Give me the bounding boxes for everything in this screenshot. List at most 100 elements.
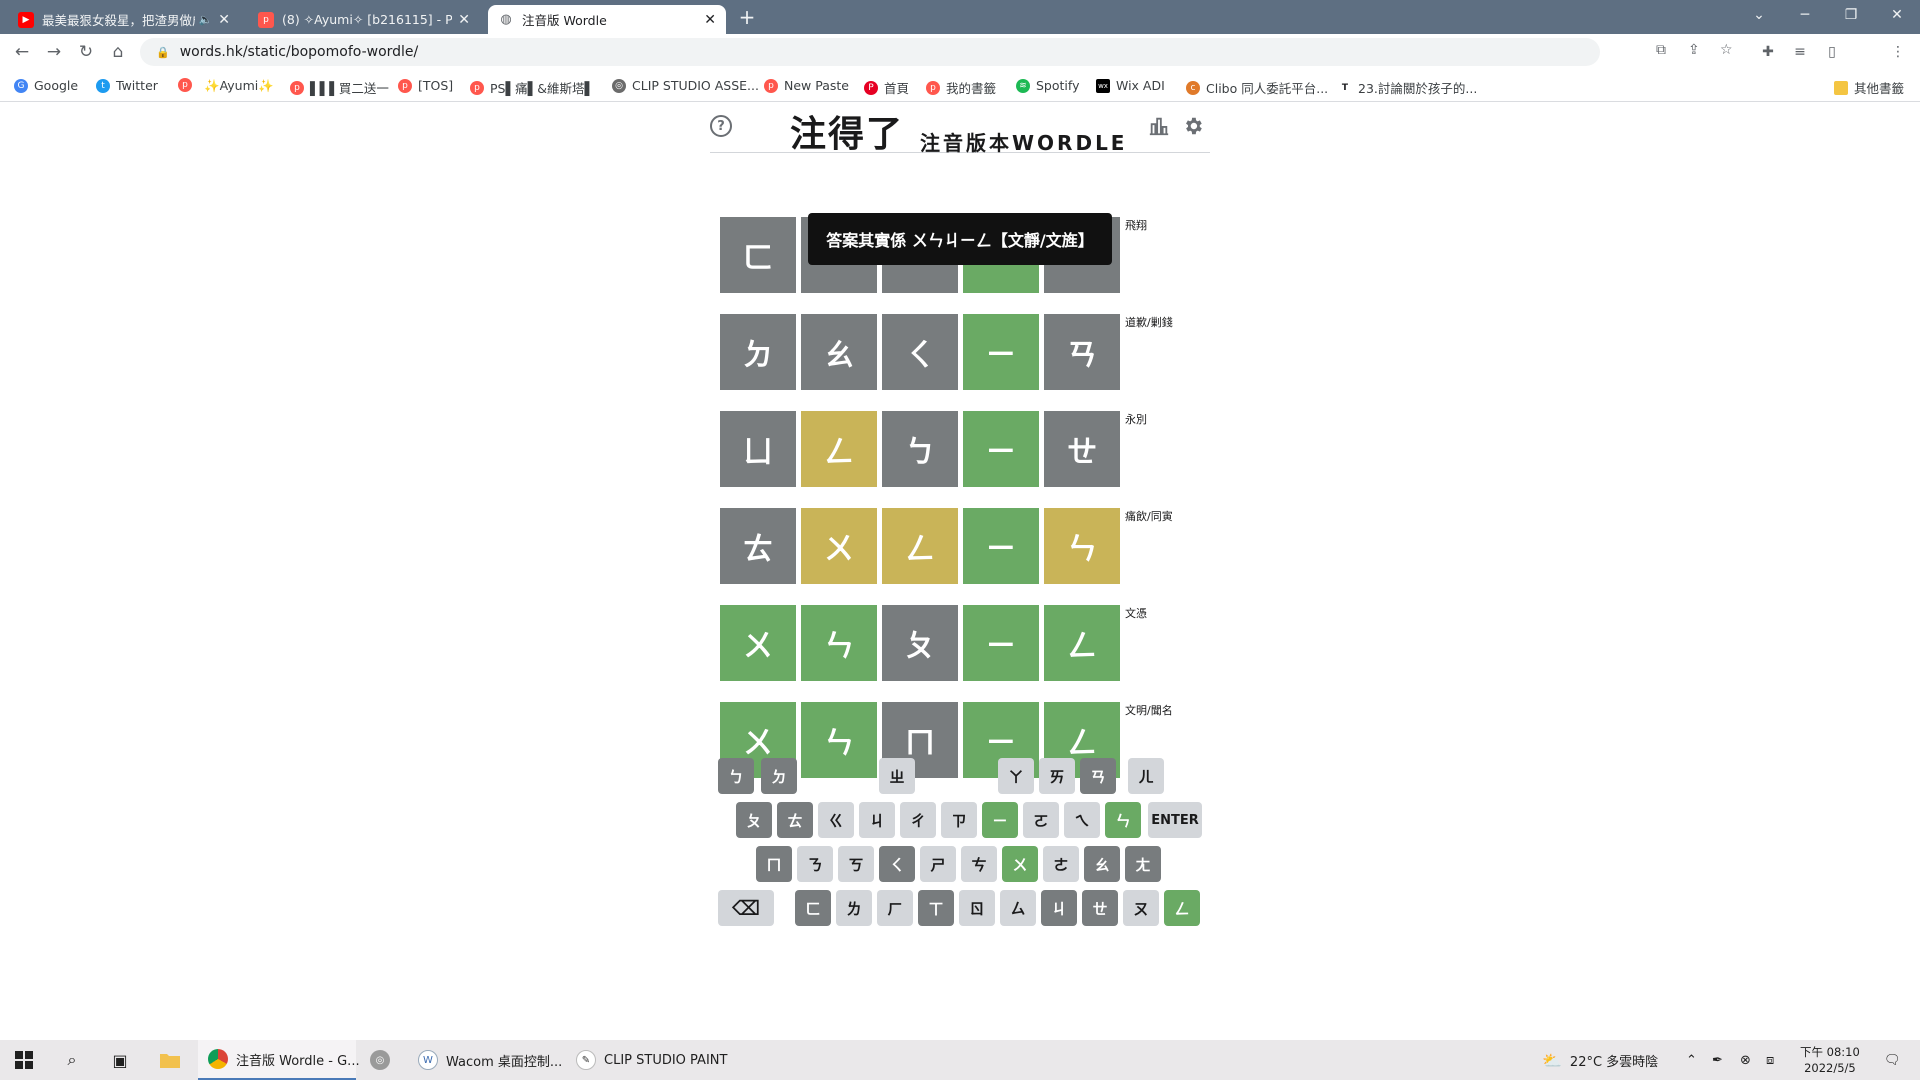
bookmark-my-bookmarks[interactable]: p 我的書籤 xyxy=(926,78,996,97)
keyboard-key[interactable]: ㄔ xyxy=(900,802,936,838)
side-panel-icon[interactable]: ▯ xyxy=(1822,42,1842,62)
keyboard-key[interactable]: ㄐ xyxy=(859,802,895,838)
keyboard-key[interactable]: ㄧ xyxy=(982,802,1018,838)
extensions-icon[interactable]: ✚ xyxy=(1758,42,1778,62)
keyboard-key[interactable]: ㄡ xyxy=(1123,890,1159,926)
bookmark-pinterest[interactable]: P 首頁 xyxy=(864,78,909,97)
close-icon[interactable]: ✕ xyxy=(218,12,230,28)
close-icon[interactable]: ✕ xyxy=(704,12,716,28)
bookmark-plurk[interactable]: p xyxy=(178,78,198,92)
stats-icon[interactable] xyxy=(1148,115,1170,137)
speaker-icon[interactable]: 🔈 xyxy=(199,13,213,26)
bookmark-clip-studio-assets[interactable]: ◎ CLIP STUDIO ASSE... xyxy=(612,78,759,93)
tab-youtube[interactable]: ▶ 最美最狠女殺星，把渣男做成 🔈 ✕ xyxy=(8,5,240,34)
keyboard-key[interactable]: ㄚ xyxy=(998,758,1034,794)
keyboard-key[interactable]: ㄓ xyxy=(879,758,915,794)
help-icon[interactable]: ? xyxy=(710,115,732,137)
keyboard-key[interactable]: ㄨ xyxy=(1002,846,1038,882)
notifications-icon[interactable]: 🗨 xyxy=(1884,1040,1901,1080)
home-button[interactable]: ⌂ xyxy=(106,40,130,64)
media-control-icon[interactable]: ≡ xyxy=(1790,42,1810,62)
keyboard-key[interactable]: ㄈ xyxy=(795,890,831,926)
clock[interactable]: 下午 08:10 2022/5/5 xyxy=(1800,1040,1860,1080)
keyboard-key[interactable]: ㄛ xyxy=(1023,802,1059,838)
keyboard-key[interactable]: ㄊ xyxy=(777,802,813,838)
keyboard-key[interactable]: ㄝ xyxy=(1082,890,1118,926)
mute-icon[interactable]: ⊗ xyxy=(1740,1040,1751,1080)
keyboard-key[interactable]: ㄇ xyxy=(756,846,792,882)
windows-start-icon[interactable] xyxy=(12,1048,36,1072)
keyboard-key[interactable]: ㄖ xyxy=(959,890,995,926)
keyboard-key[interactable]: ㄑ xyxy=(879,846,915,882)
keyboard-key[interactable]: ㄌ xyxy=(836,890,872,926)
bookmark-discussion[interactable]: T 23.討論關於孩子的... xyxy=(1338,78,1477,97)
backspace-icon[interactable]: ⌫ xyxy=(718,890,774,926)
pen-icon[interactable]: ✒ xyxy=(1712,1040,1723,1080)
keyboard-key[interactable]: ㄗ xyxy=(941,802,977,838)
close-icon[interactable]: ✕ xyxy=(458,12,470,28)
taskbar-app-chrome[interactable]: 注音版 Wordle - G... xyxy=(198,1040,360,1080)
keyboard-key[interactable]: ㄙ xyxy=(1000,890,1036,926)
address-bar[interactable]: 🔒 words.hk/static/bopomofo-wordle/ xyxy=(140,38,1600,66)
bookmark-ayumi[interactable]: ✨Ayumi✨ xyxy=(204,78,274,94)
weather-widget[interactable]: ⛅ 22°C 多雲時陰 xyxy=(1542,1040,1658,1080)
bookmark-wix[interactable]: wx Wix ADI xyxy=(1096,78,1165,93)
keyboard-key[interactable]: ㄢ xyxy=(1080,758,1116,794)
keyboard-key[interactable]: ㄥ xyxy=(1164,890,1200,926)
keyboard-key[interactable]: ㄍ xyxy=(818,802,854,838)
bookmark-star-icon[interactable]: ☆ xyxy=(1720,42,1733,58)
tab-wordle[interactable]: ◍ 注音版 Wordle ✕ xyxy=(488,5,726,34)
letter-tile: ㄠ xyxy=(801,314,877,390)
keyboard-key[interactable]: ㄟ xyxy=(1064,802,1100,838)
bookmark-new-paste[interactable]: p New Paste xyxy=(764,78,849,93)
keyboard-key[interactable]: ㄤ xyxy=(1125,846,1161,882)
share-icon[interactable]: ⇪ xyxy=(1688,42,1700,58)
keyboard-key[interactable]: ㄜ xyxy=(1043,846,1079,882)
menu-kebab-icon[interactable]: ⋮ xyxy=(1888,42,1908,62)
tab-plurk[interactable]: p (8) ✧Ayumi✧ [b216115] - Plurk ✕ xyxy=(248,5,480,34)
new-tab-button[interactable]: + xyxy=(736,7,758,29)
keyboard-key[interactable]: ㄣ xyxy=(1105,802,1141,838)
keyboard-key[interactable]: ㄉ xyxy=(761,758,797,794)
keyboard-key[interactable]: ㄠ xyxy=(1084,846,1120,882)
keyboard-key[interactable]: ㄦ xyxy=(1128,758,1164,794)
keyboard-key[interactable]: ㄒ xyxy=(918,890,954,926)
translate-icon[interactable]: ⧉ xyxy=(1656,42,1666,58)
other-bookmarks[interactable]: 其他書籤 xyxy=(1834,78,1904,97)
task-view-icon[interactable]: ▣ xyxy=(108,1048,132,1072)
keyboard-key[interactable]: ㄅ xyxy=(718,758,754,794)
minimize-button[interactable]: ─ xyxy=(1782,0,1828,30)
keyboard-key[interactable]: ㄞ xyxy=(1039,758,1075,794)
restore-button[interactable]: ❐ xyxy=(1828,0,1874,30)
search-icon[interactable]: ⌕ xyxy=(60,1048,84,1072)
bookmark-spotify[interactable]: ≋ Spotify xyxy=(1016,78,1079,93)
keyboard-key[interactable]: ㄏ xyxy=(877,890,913,926)
taskbar-app-clip-studio-paint[interactable]: ✎ CLIP STUDIO PAINT xyxy=(566,1040,727,1080)
keyboard-key[interactable]: ㄆ xyxy=(736,802,772,838)
bookmark-tos[interactable]: p [TOS] xyxy=(398,78,453,93)
keyboard-key[interactable]: ㄐ xyxy=(1041,890,1077,926)
reload-button[interactable]: ↻ xyxy=(74,40,98,64)
letter-tile: ㄅ xyxy=(882,411,958,487)
lock-icon[interactable]: 🔒 xyxy=(156,46,170,59)
close-window-button[interactable]: ✕ xyxy=(1874,0,1920,30)
bookmark-twitter[interactable]: t Twitter xyxy=(96,78,158,93)
bookmark-plurk-2[interactable]: p ▌▌▌買二送一 xyxy=(290,78,389,97)
bookmark-ps[interactable]: p PS▌痛▌&維斯塔▌ xyxy=(470,78,594,97)
keyboard-key[interactable]: ㄘ xyxy=(961,846,997,882)
bookmark-google[interactable]: G Google xyxy=(14,78,78,93)
keyboard-key[interactable]: ㄋ xyxy=(797,846,833,882)
show-hidden-icons-icon[interactable]: ⌃ xyxy=(1686,1040,1697,1080)
file-explorer-icon[interactable] xyxy=(158,1048,182,1072)
bookmark-clibo[interactable]: c Clibo 同人委託平台... xyxy=(1186,78,1328,97)
back-button[interactable]: ← xyxy=(10,40,34,64)
keyboard-key[interactable]: ㄎ xyxy=(838,846,874,882)
tab-search-icon[interactable]: ⌄ xyxy=(1736,0,1782,30)
taskbar-app-wacom[interactable]: W Wacom 桌面控制... xyxy=(408,1040,562,1080)
enter-key[interactable]: ENTER xyxy=(1148,802,1202,838)
tablet-icon[interactable]: ⧈ xyxy=(1766,1040,1774,1080)
taskbar-app-clip-studio[interactable]: ◎ xyxy=(360,1040,404,1080)
forward-button[interactable]: → xyxy=(42,40,66,64)
keyboard-key[interactable]: ㄕ xyxy=(920,846,956,882)
gear-icon[interactable] xyxy=(1182,115,1204,137)
